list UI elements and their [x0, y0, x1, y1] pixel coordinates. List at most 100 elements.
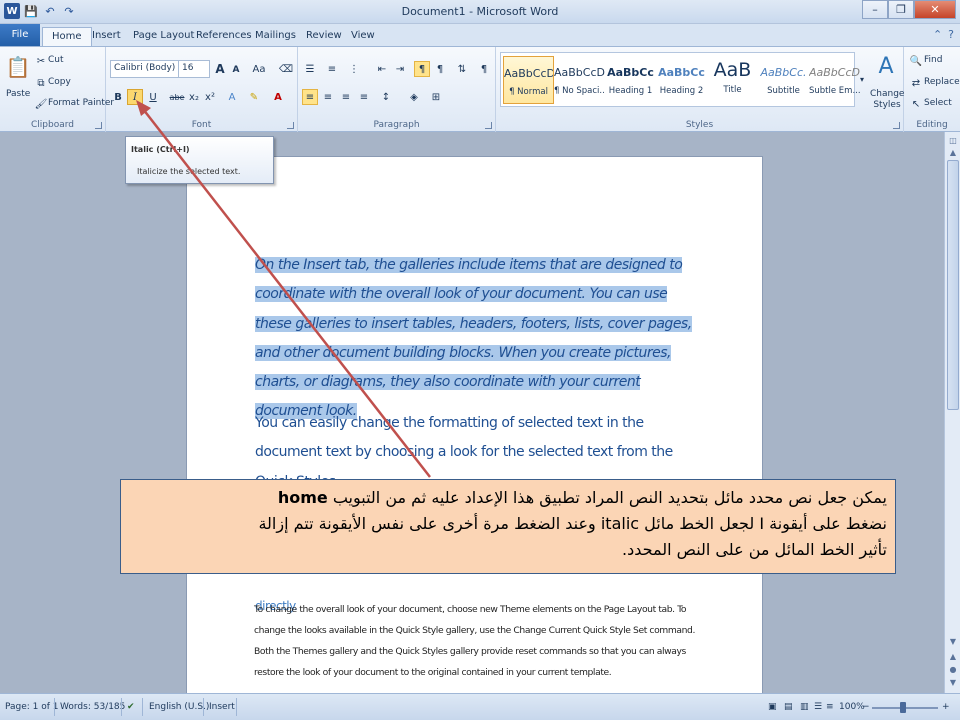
- minimize-ribbon-icon[interactable]: ⌃: [933, 28, 942, 41]
- paragraph-4[interactable]: To change the overall look of your docum…: [254, 599, 704, 683]
- line-spacing-icon[interactable]: ↕: [378, 89, 394, 105]
- select-button[interactable]: Select: [924, 98, 952, 108]
- increase-indent-icon[interactable]: ⇥: [392, 61, 408, 77]
- bold-button[interactable]: B: [110, 89, 126, 105]
- clear-formatting-icon[interactable]: ⌫: [278, 61, 294, 77]
- styles-gallery: AaBbCcDc ¶ Normal AaBbCcDc ¶ No Spaci...…: [500, 52, 860, 107]
- numbering-icon[interactable]: ≡: [324, 61, 340, 77]
- paste-icon[interactable]: 📋: [6, 53, 31, 81]
- text-effects-icon[interactable]: A: [224, 89, 240, 105]
- show-hide-button[interactable]: ¶: [476, 61, 492, 77]
- browse-object-icon[interactable]: ●: [947, 665, 959, 679]
- paragraph-group: ☰ ≡ ⋮ ⇤ ⇥ ¶ ¶ ⇅ ¶ ≡ ≡ ≡ ≡ ↕ ◈ ⊞ Paragrap…: [298, 47, 496, 132]
- replace-icon[interactable]: ⇄: [908, 75, 924, 91]
- change-styles-button[interactable]: Change Styles: [870, 89, 904, 111]
- language-indicator[interactable]: English (U.S.): [149, 702, 209, 712]
- tab-insert[interactable]: Insert: [83, 27, 130, 46]
- tab-view[interactable]: View: [342, 27, 384, 46]
- bullets-icon[interactable]: ☰: [302, 61, 318, 77]
- strikethrough-button[interactable]: abe: [168, 89, 186, 105]
- selected-text[interactable]: On the Insert tab, the galleries include…: [255, 257, 692, 420]
- paste-button[interactable]: Paste: [6, 89, 30, 99]
- select-icon[interactable]: ↖: [908, 96, 924, 112]
- editing-group: 🔍 Find ⇄ Replace ↖ Select Editing: [904, 47, 960, 132]
- subscript-button[interactable]: x₂: [186, 89, 202, 105]
- selected-paragraph[interactable]: On the Insert tab, the galleries include…: [255, 251, 695, 427]
- page-count[interactable]: Page: 1 of 1: [5, 702, 59, 712]
- cut-icon[interactable]: ✂: [33, 53, 49, 69]
- zoom-level[interactable]: 100%: [839, 702, 865, 712]
- minimize-button[interactable]: –: [862, 0, 888, 19]
- title-bar: W 💾 ↶ ↷ Document1 - Microsoft Word – ❐ ✕: [0, 0, 960, 24]
- styles-scroll-icon[interactable]: ▾: [857, 53, 867, 105]
- shading-icon[interactable]: ◈: [406, 89, 422, 105]
- underline-button[interactable]: U: [145, 89, 161, 105]
- zoom-in-icon[interactable]: +: [942, 702, 950, 712]
- decrease-indent-icon[interactable]: ⇤: [374, 61, 390, 77]
- help-icon[interactable]: ?: [948, 28, 954, 41]
- style-no-spacing[interactable]: AaBbCcDc ¶ No Spaci...: [554, 56, 605, 104]
- justify-icon[interactable]: ≡: [356, 89, 372, 105]
- clipboard-group: 📋 Paste ✂ Cut ⧉ Copy 🖌 Format Painter Cl…: [0, 47, 114, 132]
- copy-icon[interactable]: ⧉: [33, 75, 49, 91]
- print-layout-icon[interactable]: ▣: [768, 702, 777, 712]
- web-layout-icon[interactable]: ▥: [800, 702, 809, 712]
- font-group: Calibri (Body) 16 A A Aa ⌫ B I U abe x₂ …: [106, 47, 298, 132]
- style-subtitle[interactable]: AaBbCc. Subtitle: [758, 56, 809, 104]
- find-button[interactable]: Find: [924, 55, 942, 65]
- change-case-button[interactable]: Aa: [249, 61, 269, 77]
- insert-mode[interactable]: Insert: [209, 702, 235, 712]
- rtl-direction-icon[interactable]: ¶: [432, 61, 448, 77]
- align-center-icon[interactable]: ≡: [320, 89, 336, 105]
- shrink-font-button[interactable]: A: [228, 62, 244, 78]
- copy-button[interactable]: Copy: [48, 77, 71, 87]
- align-right-icon[interactable]: ≡: [338, 89, 354, 105]
- format-painter-button[interactable]: Format Painter: [48, 98, 114, 108]
- scroll-thumb[interactable]: [947, 160, 959, 410]
- styles-launcher-icon[interactable]: [893, 122, 900, 129]
- change-styles-icon[interactable]: A: [873, 53, 899, 79]
- full-screen-icon[interactable]: ▤: [784, 702, 793, 712]
- highlight-color-icon[interactable]: ✎: [246, 89, 262, 105]
- font-size-combo[interactable]: 16: [178, 60, 210, 78]
- next-page-icon[interactable]: ▼: [947, 678, 959, 692]
- borders-icon[interactable]: ⊞: [428, 89, 444, 105]
- font-launcher-icon[interactable]: [287, 122, 294, 129]
- cut-button[interactable]: Cut: [48, 55, 64, 65]
- font-color-icon[interactable]: A: [270, 89, 286, 105]
- tab-file[interactable]: File: [0, 24, 40, 46]
- word-count[interactable]: Words: 53/185: [60, 702, 125, 712]
- paragraph-launcher-icon[interactable]: [485, 122, 492, 129]
- grow-font-button[interactable]: A: [212, 61, 228, 77]
- style-title[interactable]: AaB Title: [707, 56, 758, 104]
- styles-label: Styles: [685, 120, 714, 130]
- outline-icon[interactable]: ☰: [814, 702, 822, 712]
- italic-tooltip: Italic (Ctrl+I) Italicize the selected t…: [125, 136, 274, 184]
- style-normal[interactable]: AaBbCcDc ¶ Normal: [503, 56, 554, 104]
- paragraph-label: Paragraph: [373, 120, 420, 130]
- multilevel-list-icon[interactable]: ⋮: [346, 61, 362, 77]
- superscript-button[interactable]: x²: [202, 89, 218, 105]
- ltr-direction-icon[interactable]: ¶: [414, 61, 430, 77]
- style-heading-2[interactable]: AaBbCc Heading 2: [656, 56, 707, 104]
- close-button[interactable]: ✕: [914, 0, 956, 19]
- align-left-icon[interactable]: ≡: [302, 89, 318, 105]
- vertical-scrollbar[interactable]: ◫ ▲ ▼ ▲ ● ▼: [944, 132, 960, 693]
- find-icon[interactable]: 🔍: [908, 53, 924, 69]
- draft-icon[interactable]: ≡: [826, 702, 834, 712]
- maximize-button[interactable]: ❐: [888, 0, 914, 19]
- zoom-slider-knob[interactable]: [900, 702, 906, 713]
- zoom-out-icon[interactable]: −: [862, 702, 870, 712]
- replace-button[interactable]: Replace: [924, 77, 960, 87]
- proofing-icon[interactable]: ✔: [127, 702, 135, 712]
- sort-icon[interactable]: ⇅: [454, 61, 470, 77]
- italic-button[interactable]: I: [127, 89, 143, 105]
- font-name-combo[interactable]: Calibri (Body): [110, 60, 180, 78]
- style-subtle-emphasis[interactable]: AaBbCcDc Subtle Em...: [809, 56, 860, 104]
- scroll-down-icon[interactable]: ▼: [947, 637, 959, 651]
- style-heading-1[interactable]: AaBbCc Heading 1: [605, 56, 656, 104]
- clipboard-launcher-icon[interactable]: [95, 122, 102, 129]
- format-painter-icon[interactable]: 🖌: [33, 96, 49, 112]
- tooltip-description: Italicize the selected text.: [137, 167, 241, 176]
- prev-page-icon[interactable]: ▲: [947, 652, 959, 666]
